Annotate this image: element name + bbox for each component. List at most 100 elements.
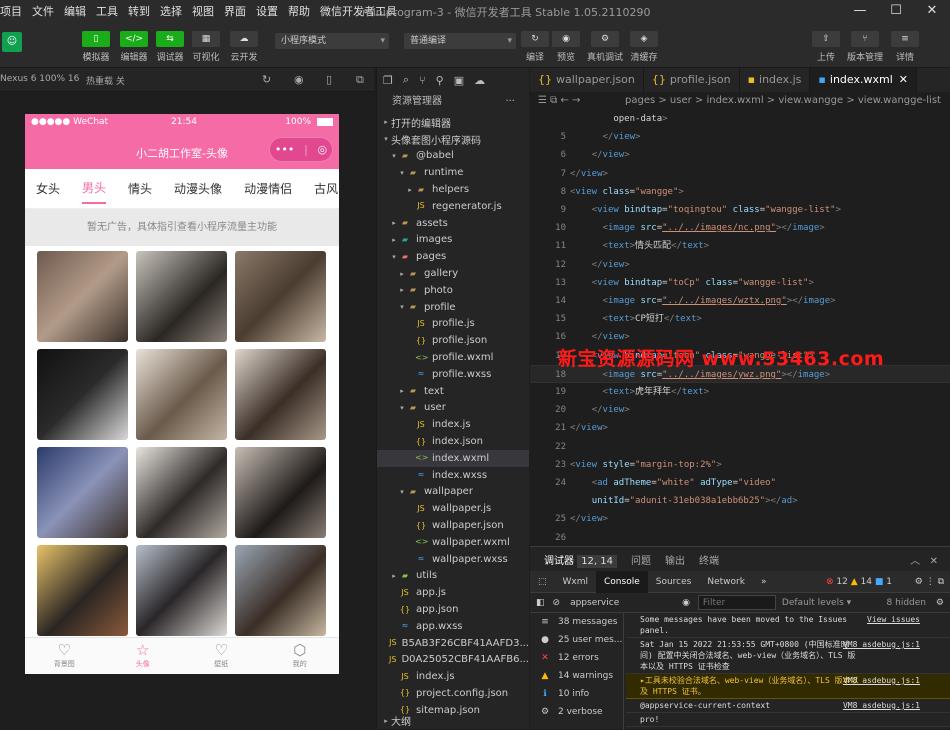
tab-anime-couple[interactable]: 动漫情侣 [244,174,292,203]
hot-reload-toggle[interactable]: 热重载 关 [86,74,125,87]
image-thumb[interactable] [136,545,227,636]
close-mini-icon[interactable]: ◎ [318,143,328,156]
file-item[interactable]: JS index.js [377,416,529,433]
rotate-icon[interactable]: ↻ [262,73,271,86]
close-icon[interactable]: ✕ [914,0,950,22]
code-line[interactable]: 23 <view style="margin-top:2%"> [530,456,950,474]
code-line[interactable]: 8 <view class="wangge"> [530,183,950,201]
tab-profile-json[interactable]: {} profile.json [644,68,740,92]
tabbar-mine[interactable]: ⬡ 我的 [261,638,340,674]
mode-select[interactable]: 小程序模式 [275,33,389,49]
image-thumb[interactable] [136,251,227,342]
file-item[interactable]: {} app.json [377,601,529,618]
tabbar-avatar[interactable]: ☆ 头像 [104,638,183,674]
image-thumb[interactable] [37,349,128,440]
menu-settings[interactable]: 设置 [251,3,283,19]
console-filter-item[interactable]: ▲ 14 warnings [530,667,623,685]
menu-project[interactable]: 项目 [0,3,27,19]
tab-index-js[interactable]: ▪ index.js [740,68,811,92]
file-item[interactable]: ≈ wallpaper.wxss [377,551,529,568]
tabbar-background[interactable]: ♡ 背景图 [25,638,104,674]
file-item[interactable]: JS B5AB3F26CBF41AAFD3... [377,635,529,652]
source-link[interactable]: View issues [867,614,920,625]
file-item[interactable]: ≈ profile.wxss [377,366,529,383]
maximize-icon[interactable]: ☐ [878,0,914,22]
more-icon[interactable]: ••• [275,143,294,156]
code-line[interactable]: 11 <text>情头匹配</text> [530,237,950,255]
device-select[interactable]: Nexus 6 100% 16 [0,74,79,84]
source-link[interactable]: VM8_asdebug.js:1 [843,675,920,686]
file-item[interactable]: <> wallpaper.wxml [377,534,529,551]
tab-terminal[interactable]: 终端 [699,552,719,567]
version-button[interactable]: ⑂ 版本管理 [845,31,885,63]
code-line[interactable]: open-data> [530,110,950,128]
folder-item[interactable]: ▾ ▰ wallpaper [377,484,529,501]
code-line[interactable]: 12 </view> [530,256,950,274]
file-item[interactable]: JS wallpaper.js [377,500,529,517]
file-item[interactable]: JS D0A25052CBF41AAFB6... [377,652,529,669]
visual-button[interactable]: ▦ 可视化 [186,31,226,63]
more-icon[interactable]: ··· [505,92,515,112]
code-line[interactable]: 14 <image src="../../images/wztx.png"></… [530,292,950,310]
tab-network[interactable]: Network [699,571,753,593]
file-item[interactable]: {} project.config.json [377,685,529,702]
open-editors-section[interactable]: ▸ 打开的编辑器 [377,114,529,131]
compile-select[interactable]: 普通编译 [404,33,516,49]
issue-counts[interactable]: ⊗ 12 ▲ 14 ■ 1 [826,571,892,593]
levels-select[interactable]: Default levels ▾ [782,598,851,608]
breadcrumb-path[interactable]: pages > user > index.wxml > view.wangge … [625,95,941,106]
console-filter-item[interactable]: ℹ 10 info [530,685,623,703]
more-tabs[interactable]: » [753,571,775,593]
tab-wallpaper-json[interactable]: {} wallpaper.json [530,68,644,92]
file-item[interactable]: JS regenerator.js [377,198,529,215]
code-line[interactable]: 25 </view> [530,510,950,528]
code-line[interactable]: 24 <ad adTheme="white" adType="video" [530,474,950,492]
tab-couple[interactable]: 情头 [128,174,152,203]
source-link[interactable]: VM8_asdebug.js:1 [843,639,920,650]
file-item[interactable]: ≈ app.wxss [377,618,529,635]
file-item[interactable]: {} index.json [377,433,529,450]
folder-item[interactable]: ▸ ▰ helpers [377,181,529,198]
git-icon[interactable]: ⑂ [419,74,426,87]
menu-select[interactable]: 选择 [155,3,187,19]
code-line[interactable]: unitId="adunit-31eb038a1ebb6b25"></ad> [530,492,950,510]
image-thumb[interactable] [136,349,227,440]
file-item[interactable]: JS index.js [377,668,529,685]
menu-edit[interactable]: 编辑 [59,3,91,19]
console-filter-item[interactable]: ✕ 12 errors [530,649,623,667]
tab-output[interactable]: 输出 [665,552,685,567]
code-line[interactable]: 15 <text>CP短打</text> [530,310,950,328]
tab-female[interactable]: 女头 [36,174,60,203]
code-line[interactable]: 9 <view bindtap="toqingtou" class="wangg… [530,201,950,219]
menu-file[interactable]: 文件 [27,3,59,19]
code-line[interactable]: 19 <text>虎年拜年</text> [530,383,950,401]
user-avatar[interactable]: ☺ [2,32,22,52]
image-thumb[interactable] [235,447,326,538]
image-thumb[interactable] [37,447,128,538]
code-area[interactable]: open-data> 5 </view> 6 </view> 7 </view> 8 <vi… [530,110,950,546]
sidebar-toggle-icon[interactable]: ◧ [536,598,545,608]
code-line[interactable]: 21 </view> [530,419,950,437]
extensions-icon[interactable]: ▣ [454,74,464,87]
clear-cache-button[interactable]: ◈ 清缓存 [624,31,664,63]
folder-item[interactable]: ▸ ▰ text [377,383,529,400]
image-thumb[interactable] [235,251,326,342]
folder-item[interactable]: ▸ ▰ assets [377,215,529,232]
folder-item[interactable]: ▾ ▰ user [377,400,529,417]
popout-icon[interactable]: ⧉ [356,73,364,87]
file-item[interactable]: <> index.wxml [377,449,529,467]
menu-goto[interactable]: 转到 [123,3,155,19]
code-line[interactable]: 10 <image src="../../images/nc.png"></im… [530,219,950,237]
file-item[interactable]: {} wallpaper.json [377,517,529,534]
code-line[interactable]: 7 </view> [530,165,950,183]
context-select[interactable]: appservice [570,598,674,608]
folder-item[interactable]: ▾ ▰ profile [377,299,529,316]
folder-item[interactable]: ▾ ▰ runtime [377,164,529,181]
menu-interface[interactable]: 界面 [219,3,251,19]
devtools-settings-icon[interactable]: ⚙ ⋮ ⧉ [915,571,944,593]
eye-icon[interactable]: ◉ [682,598,690,608]
source-link[interactable]: VM8_asdebug.js:1 [843,700,920,711]
file-item[interactable]: JS app.js [377,584,529,601]
tab-wxml[interactable]: Wxml [555,571,597,593]
folder-item[interactable]: ▸ ▰ utils [377,568,529,585]
